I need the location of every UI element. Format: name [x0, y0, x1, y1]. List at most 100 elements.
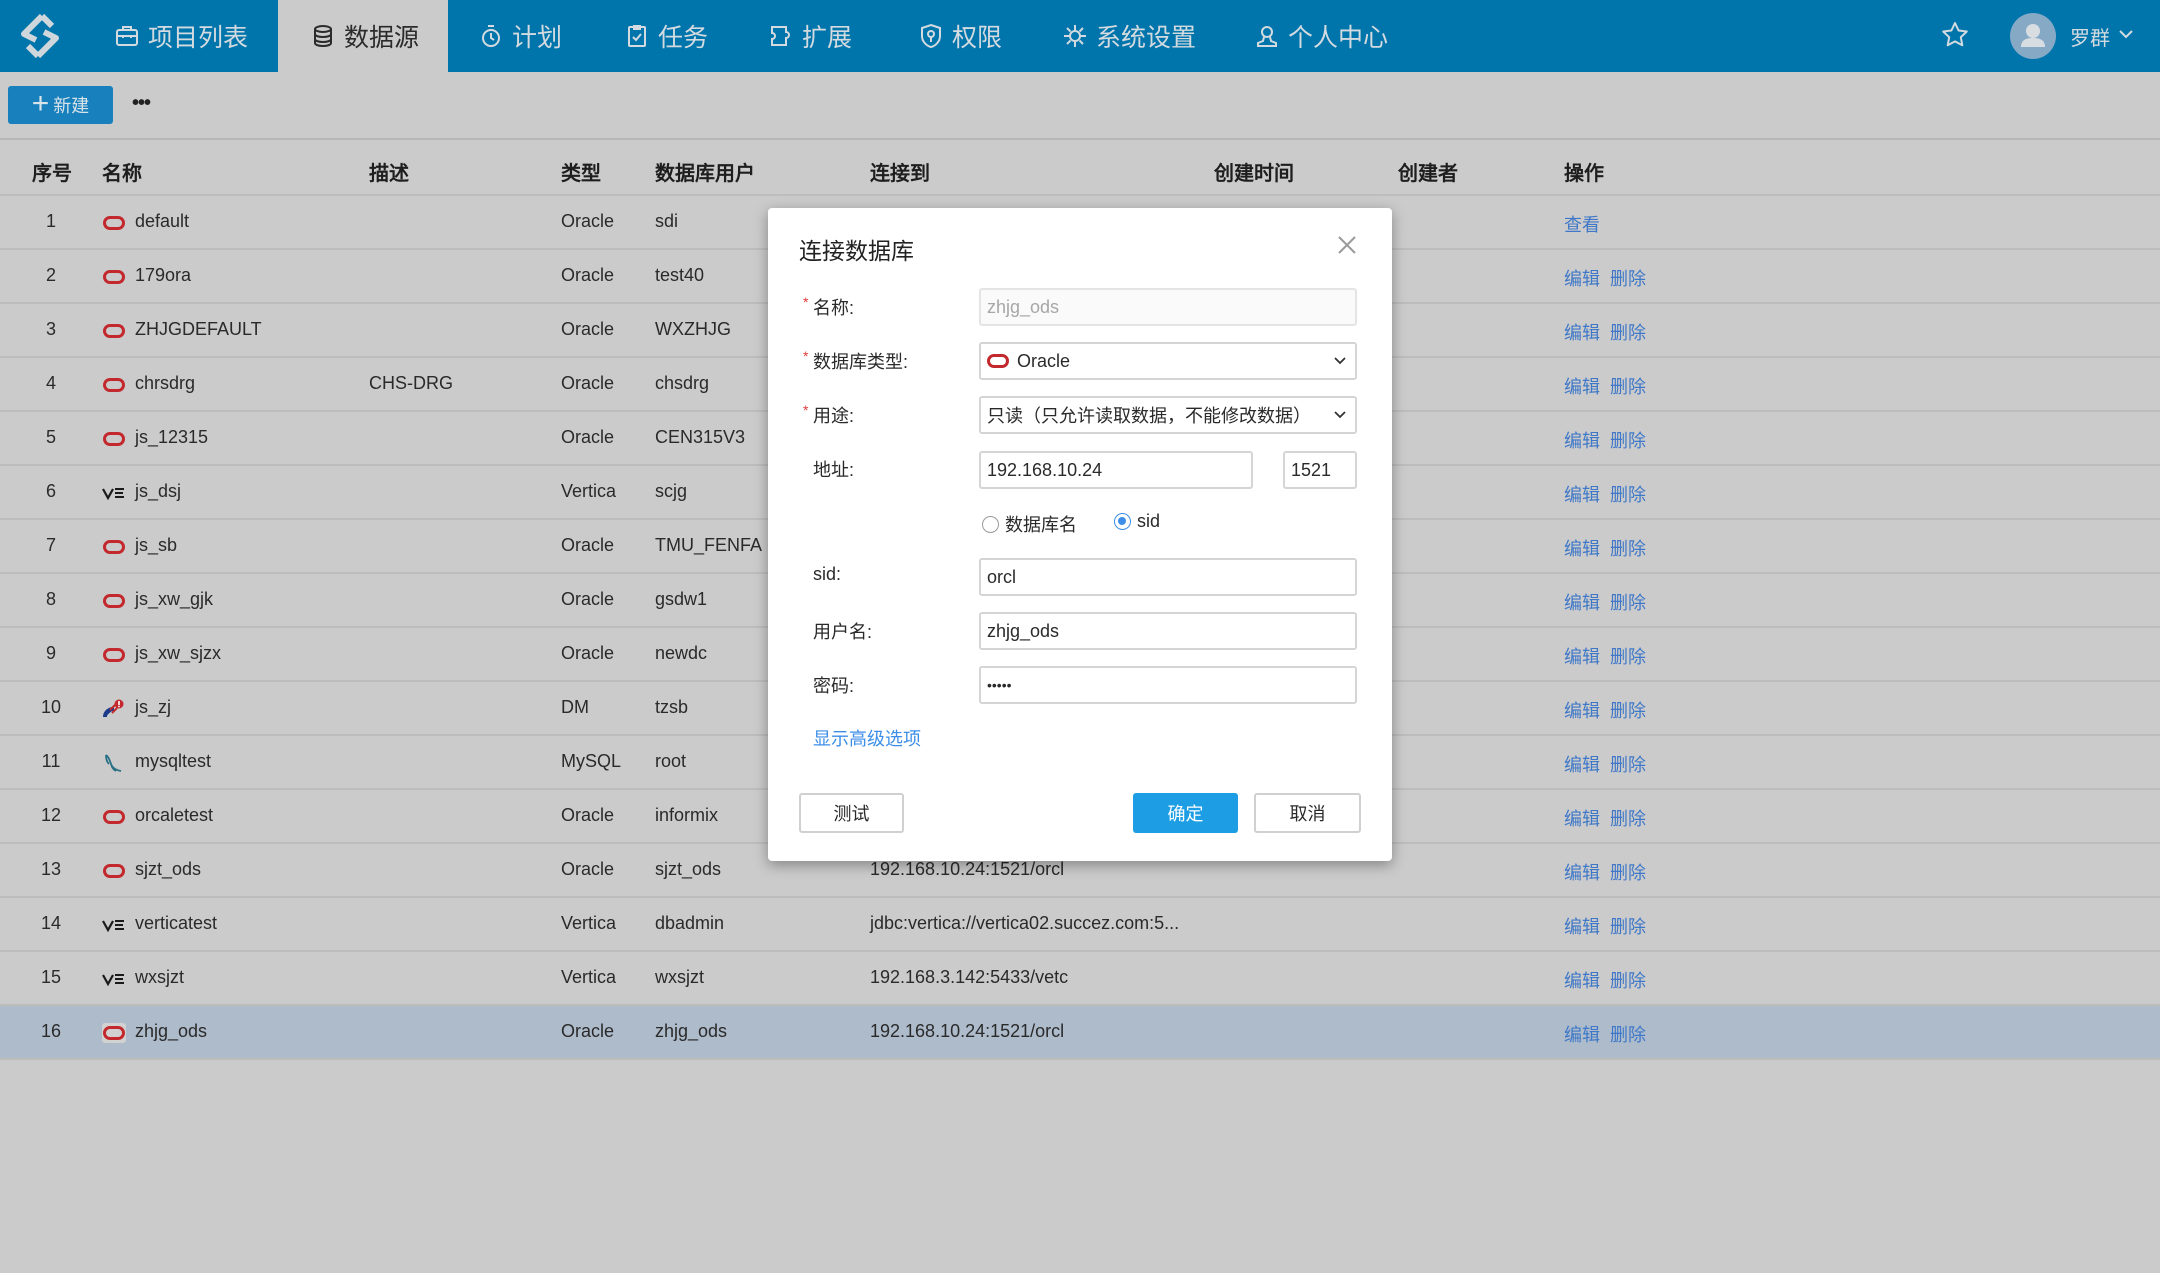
edit-link[interactable]: 编辑 [1564, 751, 1600, 777]
nav-tab-profile[interactable]: 个人中心 [1228, 0, 1408, 72]
delete-link[interactable]: 删除 [1610, 913, 1646, 939]
delete-link[interactable]: 删除 [1610, 481, 1646, 507]
row-db-user: sjzt_ods [655, 859, 722, 879]
column-header-db-user[interactable]: 数据库用户 [655, 157, 755, 186]
column-header-connect-to[interactable]: 连接到 [870, 157, 930, 186]
oracle-icon [102, 321, 126, 341]
delete-link[interactable]: 删除 [1610, 265, 1646, 291]
sid-field[interactable]: orcl [979, 558, 1357, 596]
vertica-icon [102, 483, 126, 503]
nav-tab-permission[interactable]: 权限 [878, 0, 1028, 72]
edit-link[interactable]: 编辑 [1564, 859, 1600, 885]
chevron-down-icon[interactable] [2118, 28, 2134, 40]
view-link[interactable]: 查看 [1564, 211, 1600, 237]
delete-link[interactable]: 删除 [1610, 319, 1646, 345]
nav-tab-settings[interactable]: 系统设置 [1028, 0, 1228, 72]
close-icon[interactable] [1336, 234, 1358, 256]
name-field[interactable]: zhjg_ods [979, 288, 1357, 326]
delete-link[interactable]: 删除 [1610, 535, 1646, 561]
ok-button[interactable]: 确定 [1133, 793, 1238, 833]
host-field[interactable]: 192.168.10.24 [979, 451, 1253, 489]
row-name: sjzt_ods [135, 859, 202, 879]
puzzle-icon [771, 26, 790, 46]
radio-circle [982, 515, 999, 533]
delete-link[interactable]: 删除 [1610, 1021, 1646, 1047]
delete-link[interactable]: 删除 [1610, 967, 1646, 993]
column-header-created-time[interactable]: 创建时间 [1214, 157, 1294, 186]
more-options-button[interactable]: ••• [132, 92, 160, 116]
db-type-select[interactable]: Oracle [979, 342, 1357, 380]
edit-link[interactable]: 编辑 [1564, 589, 1600, 615]
column-header-desc[interactable]: 描述 [369, 157, 409, 186]
show-advanced-options-link[interactable]: 显示高级选项 [813, 725, 921, 751]
edit-link[interactable]: 编辑 [1564, 319, 1600, 345]
column-header-creator[interactable]: 创建者 [1398, 157, 1458, 186]
row-type: Oracle [561, 319, 615, 339]
edit-link[interactable]: 编辑 [1564, 967, 1600, 993]
delete-link[interactable]: 删除 [1610, 805, 1646, 831]
required-asterisk: * [803, 348, 809, 364]
mysql-icon [102, 753, 126, 773]
user-name[interactable]: 罗群 [2070, 22, 2110, 51]
edit-link[interactable]: 编辑 [1564, 265, 1600, 291]
edit-link[interactable]: 编辑 [1564, 643, 1600, 669]
radio-circle [1114, 513, 1131, 530]
user-silhouette-icon [2021, 24, 2045, 47]
delete-link[interactable]: 删除 [1610, 751, 1646, 777]
edit-link[interactable]: 编辑 [1564, 913, 1600, 939]
table-row[interactable]: 14 verticatest Vertica dbadmin jdbc:vertica:… [0, 898, 2160, 952]
row-index: 12 [40, 805, 62, 825]
nav-tab-task[interactable]: 任务 [588, 0, 728, 72]
row-name: orcaletest [135, 805, 214, 825]
test-button[interactable]: 测试 [799, 793, 904, 833]
edit-link[interactable]: 编辑 [1564, 427, 1600, 453]
port-field[interactable]: 1521 [1283, 451, 1357, 489]
briefcase-icon [116, 26, 138, 46]
usage-select[interactable]: 只读（只允许读取数据，不能修改数据） [979, 396, 1357, 434]
table-row[interactable]: 15 wxsjzt Vertica wxsjzt 192.168.3.142:5433/… [0, 952, 2160, 1006]
row-connect-to: 192.168.3.142:5433/vetc [870, 967, 1069, 987]
row-type: Oracle [561, 805, 615, 825]
delete-link[interactable]: 删除 [1610, 373, 1646, 399]
nav-tab-plan[interactable]: 计划 [448, 0, 588, 72]
edit-link[interactable]: 编辑 [1564, 373, 1600, 399]
avatar[interactable] [2010, 13, 2056, 59]
column-header-index[interactable]: 序号 [32, 157, 72, 186]
delete-link[interactable]: 删除 [1610, 859, 1646, 885]
column-header-type[interactable]: 类型 [561, 157, 601, 186]
oracle-icon [102, 591, 126, 611]
row-index: 5 [45, 427, 56, 447]
row-name: zhjg_ods [135, 1021, 208, 1041]
oracle-icon [102, 429, 126, 449]
table-row[interactable]: 16 zhjg_ods Oracle zhjg_ods 192.168.10.24:15… [0, 1006, 2160, 1060]
column-header-name[interactable]: 名称 [102, 157, 142, 186]
delete-link[interactable]: 删除 [1610, 589, 1646, 615]
nav-tab-label: 计划 [512, 24, 563, 52]
edit-link[interactable]: 编辑 [1564, 481, 1600, 507]
password-label: 密码: [813, 676, 855, 696]
username-field[interactable]: zhjg_ods [979, 612, 1357, 650]
row-db-user: wxsjzt [655, 967, 704, 987]
nav-tab-datasource[interactable]: 数据源 [278, 0, 448, 72]
radio-sid[interactable]: sid [1114, 511, 1160, 532]
delete-link[interactable]: 删除 [1610, 427, 1646, 453]
row-name: mysqltest [135, 751, 212, 771]
edit-link[interactable]: 编辑 [1564, 535, 1600, 561]
edit-link[interactable]: 编辑 [1564, 697, 1600, 723]
delete-link[interactable]: 删除 [1610, 643, 1646, 669]
password-field[interactable]: ••••• [979, 666, 1357, 704]
nav-tab-label: 系统设置 [1096, 24, 1197, 52]
radio-database-name[interactable]: 数据库名 [982, 511, 1077, 537]
nav-tab-projects[interactable]: 项目列表 [100, 0, 278, 72]
row-type: Vertica [561, 913, 617, 933]
cancel-button[interactable]: 取消 [1254, 793, 1361, 833]
delete-link[interactable]: 删除 [1610, 697, 1646, 723]
row-name: js_xw_gjk [135, 589, 214, 609]
edit-link[interactable]: 编辑 [1564, 1021, 1600, 1047]
star-icon[interactable] [1940, 20, 1970, 50]
nav-tab-extension[interactable]: 扩展 [728, 0, 878, 72]
new-button[interactable]: + 新建 [8, 86, 113, 124]
app-logo-icon[interactable] [12, 12, 68, 60]
row-connect-to: 192.168.10.24:1521/orcl [870, 859, 1065, 879]
edit-link[interactable]: 编辑 [1564, 805, 1600, 831]
